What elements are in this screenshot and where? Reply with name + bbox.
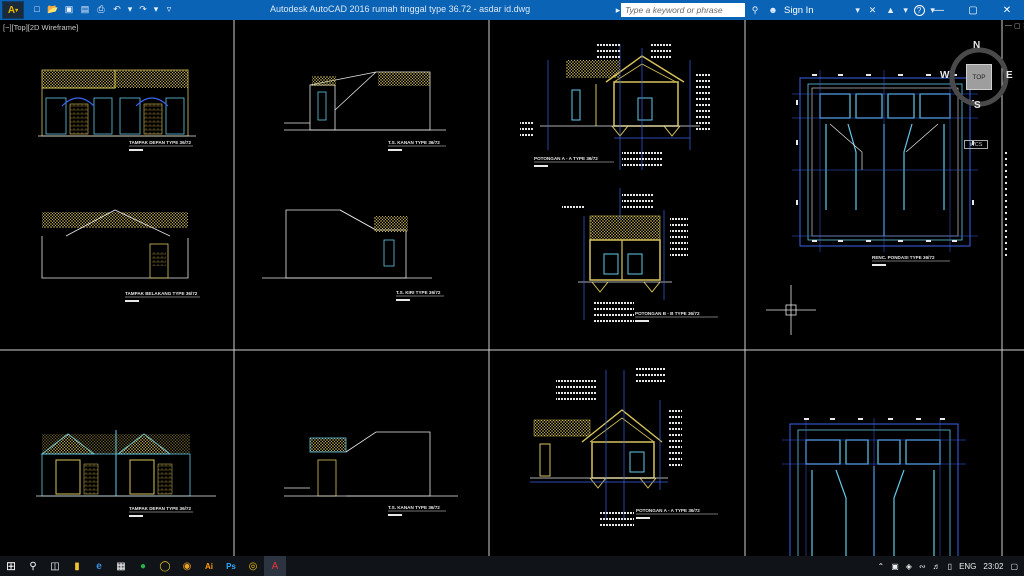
exchange-dropdown-icon[interactable]: ▾	[902, 3, 910, 17]
file-explorer-icon[interactable]: ▮	[66, 556, 88, 576]
title-ts-kanan-1: T.S. KANAN TYPE 36/72	[388, 140, 440, 145]
close-icon[interactable]: ✕	[990, 0, 1024, 20]
a360-icon[interactable]: ▲	[884, 3, 898, 17]
viewport-window-controls: — ▢ ✕	[1005, 22, 1024, 30]
wifi-icon[interactable]: ∾	[919, 562, 926, 571]
sign-in-button[interactable]: Sign In	[784, 5, 814, 16]
viewport-controls-label[interactable]: [−][Top][2D Wireframe]	[3, 23, 78, 32]
windows-taskbar: ⊞ ⚲ ◫ ▮ e ▦ ● ◯ ◉ Ai Ps ◎ A ⌃ ▣ ◈ ∾ ♬ ▯ …	[0, 556, 1024, 576]
quick-access-toolbar: □ 📂 ▣ ▤ ⎙ ↶ ▾ ↷ ▾ ▿	[30, 2, 176, 16]
store-icon[interactable]: ▦	[110, 556, 132, 576]
volume-icon[interactable]: ♬	[933, 562, 941, 571]
ts-kanan-elevation-1	[284, 71, 446, 131]
autocad-icon[interactable]: A	[264, 556, 286, 576]
maximize-icon[interactable]: ▢	[956, 0, 990, 20]
title-tampak-belakang: TAMPAK BELAKANG TYPE 36/72	[125, 291, 198, 296]
drawing-canvas[interactable]: TAMPAK DEPAN TYPE 36/72 T.S. KANAN TYPE …	[0, 20, 1024, 556]
app-icon-3[interactable]: ◉	[176, 556, 198, 576]
search-icon[interactable]: ⚲	[748, 3, 762, 17]
viewcube-north[interactable]: N	[973, 40, 980, 51]
illustrator-icon[interactable]: Ai	[198, 556, 220, 576]
network-icon[interactable]: ▣	[891, 562, 899, 571]
title-potongan-aa-2: POTONGAN A - A TYPE 36/72	[636, 508, 700, 513]
potongan-aa-section-2	[530, 366, 682, 548]
chrome-icon[interactable]: ◎	[242, 556, 264, 576]
exchange-apps-icon[interactable]: ✕	[866, 3, 880, 17]
app-icon-2[interactable]: ◯	[154, 556, 176, 576]
search-input[interactable]: Type a keyword or phrase	[621, 3, 745, 17]
tampak-depan-elevation-2	[36, 430, 216, 497]
start-icon[interactable]: ⊞	[0, 556, 22, 576]
photoshop-icon[interactable]: Ps	[220, 556, 242, 576]
sign-in-dropdown-icon[interactable]: ▾	[854, 3, 862, 17]
new-icon[interactable]: □	[30, 2, 44, 16]
title-bar-right-tools: ⚲ ☻ Sign In ▾ ✕ ▲ ▾ ? ▾	[748, 3, 937, 17]
viewcube-top-face[interactable]: TOP	[966, 64, 992, 90]
title-tampak-depan-2: TAMPAK DEPAN TYPE 36/72	[129, 506, 191, 511]
undo-dropdown-icon[interactable]: ▾	[126, 2, 134, 16]
title-tampak-depan-1: TAMPAK DEPAN TYPE 36/72	[129, 140, 191, 145]
workspace-icon[interactable]: ▿	[162, 2, 176, 16]
open-icon[interactable]: 📂	[46, 2, 60, 16]
clock[interactable]: 23:02	[983, 562, 1003, 571]
app-icon-1[interactable]: ●	[132, 556, 154, 576]
title-ts-kanan-2: T.S. KANAN TYPE 36/72	[388, 505, 440, 510]
battery-icon[interactable]: ▯	[948, 562, 952, 571]
window-title: Autodesk AutoCAD 2016 rumah tinggal type…	[270, 4, 531, 14]
viewport-minimize-icon[interactable]: —	[1005, 22, 1012, 30]
tampak-belakang-elevation	[41, 209, 189, 279]
task-view-icon[interactable]: ◫	[44, 556, 66, 576]
user-icon[interactable]: ☻	[766, 3, 780, 17]
notification-icon[interactable]: ▢	[1010, 562, 1018, 571]
edge-icon[interactable]: e	[88, 556, 110, 576]
tray-expand-icon[interactable]: ⌃	[878, 562, 885, 571]
ts-kanan-elevation-2	[284, 431, 458, 497]
redo-icon[interactable]: ↷	[136, 2, 150, 16]
print-icon[interactable]: ⎙	[94, 2, 108, 16]
language-indicator[interactable]: ENG	[959, 562, 976, 571]
title-ts-kiri: T.S. KIRI TYPE 36/72	[396, 290, 441, 295]
wcs-menu[interactable]: WCS	[964, 140, 988, 149]
tampak-depan-elevation-1	[38, 69, 196, 137]
system-tray: ⌃ ▣ ◈ ∾ ♬ ▯ ENG 23:02 ▢	[878, 556, 1018, 576]
viewport-restore-icon[interactable]: ▢	[1014, 22, 1021, 30]
redo-dropdown-icon[interactable]: ▾	[152, 2, 160, 16]
app-tray-icon[interactable]: ◈	[906, 562, 912, 571]
viewcube-south[interactable]: S	[974, 100, 981, 111]
title-potongan-bb: POTONGAN B - B TYPE 36/72	[635, 311, 700, 316]
title-potongan-aa-1: POTONGAN A - A TYPE 36/72	[534, 156, 598, 161]
side-dimension-text	[1004, 148, 1008, 258]
viewcube-west[interactable]: W	[940, 70, 949, 81]
autocad-window: A ▾ □ 📂 ▣ ▤ ⎙ ↶ ▾ ↷ ▾ ▿ Autodesk AutoCAD …	[0, 0, 1024, 576]
undo-icon[interactable]: ↶	[110, 2, 124, 16]
viewcube[interactable]: N S W E TOP WCS	[940, 40, 1016, 149]
potongan-bb-section	[562, 188, 688, 326]
search-icon[interactable]: ⚲	[22, 556, 44, 576]
ts-kiri-elevation	[262, 209, 432, 279]
viewcube-east[interactable]: E	[1006, 70, 1013, 81]
save-icon[interactable]: ▣	[62, 2, 76, 16]
title-rencana-pondasi: RENC. PONDASI TYPE 36/72	[872, 255, 935, 260]
save-as-icon[interactable]: ▤	[78, 2, 92, 16]
potongan-aa-section-1	[520, 42, 710, 170]
rencana-pondasi-plan-2	[782, 418, 966, 556]
autocad-logo-icon[interactable]: A ▾	[2, 1, 24, 19]
minimize-icon[interactable]: —	[922, 0, 956, 20]
drawing-viewport[interactable]: [−][Top][2D Wireframe] TAMPAK DEPAN TYPE…	[0, 20, 1024, 556]
crosshair-cursor	[766, 285, 816, 335]
title-bar: A ▾ □ 📂 ▣ ▤ ⎙ ↶ ▾ ↷ ▾ ▿ Autodesk AutoCAD …	[0, 0, 1024, 20]
